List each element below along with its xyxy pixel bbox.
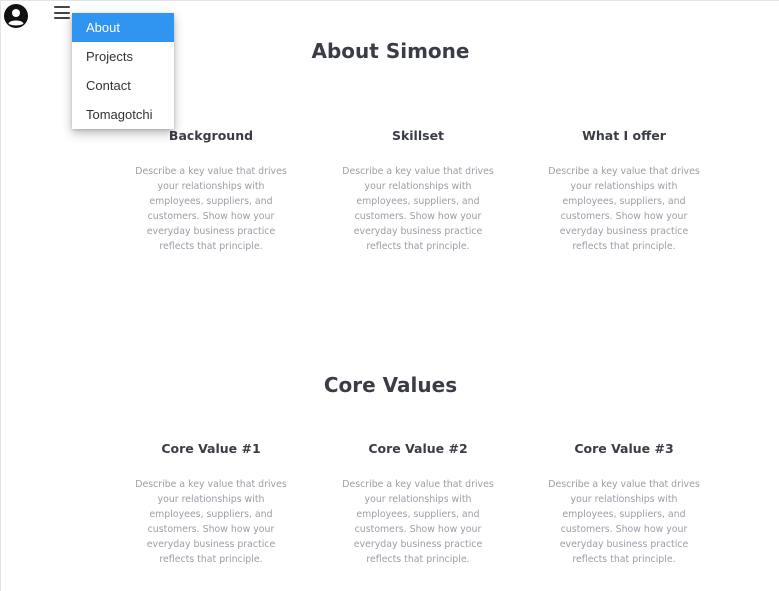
column-text: Describe a key value that drives your re… [342,166,494,252]
account-circle-icon[interactable] [4,4,28,28]
core-value-column-3: Core Value #3 Describe a key value that … [544,441,704,567]
column-text: Describe a key value that drives your re… [135,479,287,565]
about-column-what-i-offer: What I offer Describe a key value that d… [544,128,704,254]
column-heading: What I offer [582,128,666,143]
column-heading: Core Value #2 [368,441,468,456]
nav-dropdown-menu: About Projects Contact Tomagotchi [72,13,174,129]
core-values-title: Core Values [323,373,458,397]
core-value-column-2: Core Value #2 Describe a key value that … [338,441,498,567]
column-heading: Skillset [391,128,445,143]
core-value-column-1: Core Value #1 Describe a key value that … [131,441,291,567]
menu-item-about[interactable]: About [72,13,174,42]
column-text: Describe a key value that drives your re… [342,479,494,565]
column-text: Describe a key value that drives your re… [548,479,700,565]
hamburger-line [54,6,70,8]
column-heading: Core Value #3 [574,441,674,456]
menu-item-projects[interactable]: Projects [72,42,174,71]
about-column-background: Background Describe a key value that dri… [131,128,291,254]
column-text: Describe a key value that drives your re… [548,166,700,252]
column-heading: Core Value #1 [161,441,261,456]
column-heading: Background [168,128,254,143]
hamburger-menu-icon[interactable] [54,6,70,19]
hamburger-line [54,11,70,14]
menu-item-tomagotchi[interactable]: Tomagotchi [72,100,174,129]
about-column-skillset: Skillset Describe a key value that drive… [338,128,498,254]
column-text: Describe a key value that drives your re… [135,166,287,252]
menu-item-contact[interactable]: Contact [72,71,174,100]
hamburger-line [54,17,70,19]
